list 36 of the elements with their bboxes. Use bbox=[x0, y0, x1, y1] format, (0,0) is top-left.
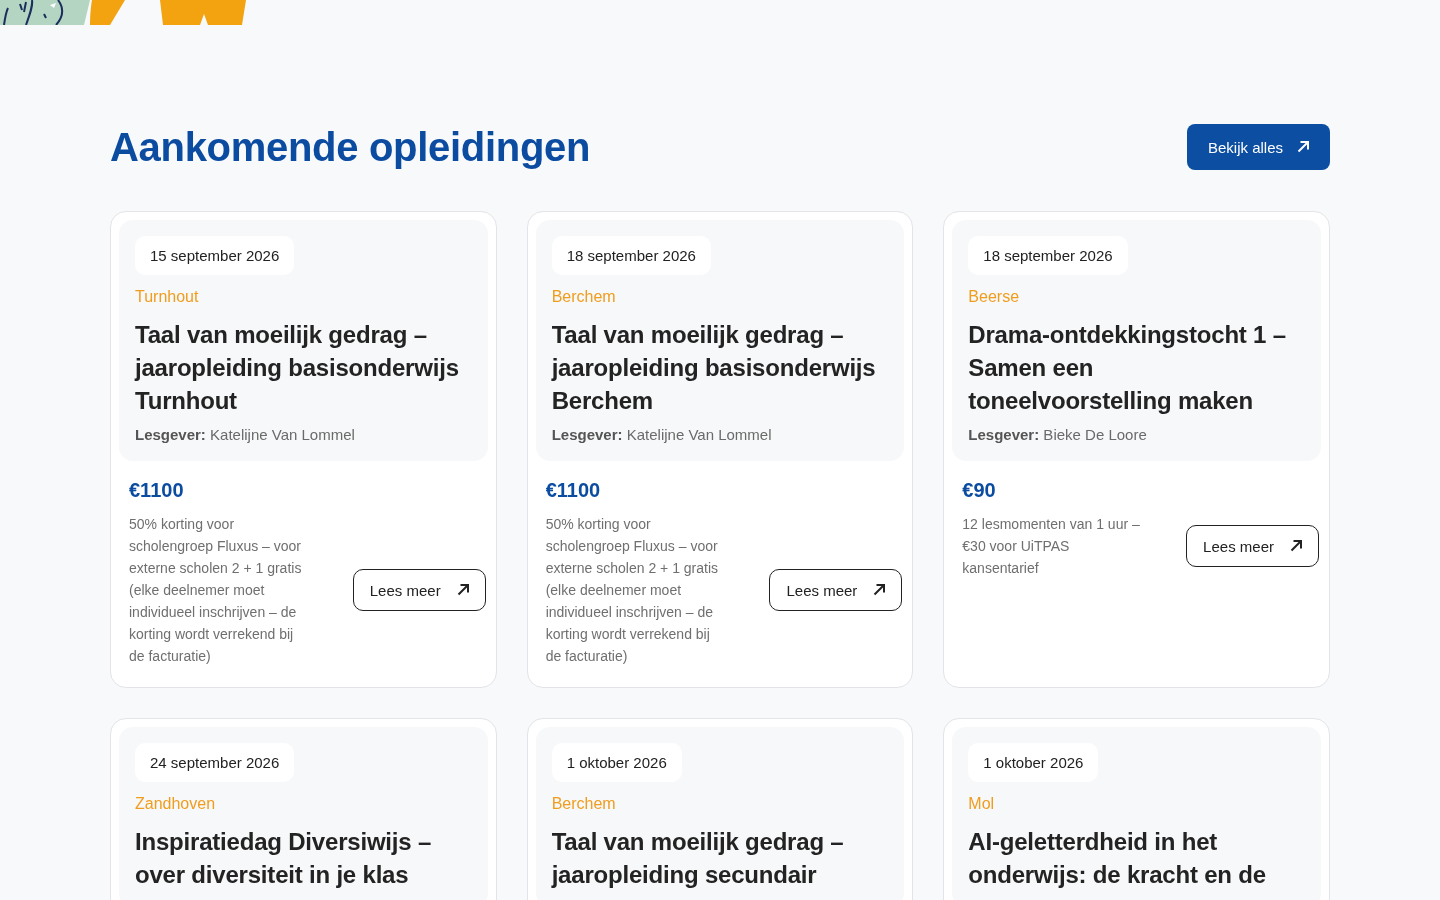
view-all-button[interactable]: Bekijk alles bbox=[1186, 124, 1330, 170]
price-label: €90 bbox=[962, 478, 997, 502]
arrow-icon bbox=[456, 584, 469, 596]
arrow-icon bbox=[873, 584, 886, 596]
date-tag: 15 september 2026 bbox=[135, 236, 295, 275]
price-note: 50% korting voor scholengroep Fluxus – voor externe scholen 2 + 1 gratis (elke deelnemer moet individueel inschrijven – de korting wordt verrekend bij de facturatie) bbox=[545, 515, 720, 666]
course-title: Taal van moeilijk gedrag – jaaropleiding basisonderwijs Turnhout bbox=[135, 320, 460, 416]
location-label: Zandhoven bbox=[135, 794, 216, 814]
teacher-line: Lesgever: Katelijne Van Lommel bbox=[551, 425, 772, 445]
price-label: €1100 bbox=[545, 478, 602, 502]
read-more-button[interactable]: Lees meer bbox=[1186, 525, 1319, 567]
section-heading: Aankomende opleidingen bbox=[110, 124, 591, 170]
read-more-button[interactable]: Lees meer bbox=[352, 569, 486, 611]
location-label: Berchem bbox=[551, 287, 616, 307]
course-title: Taal van moeilijk gedrag – jaaropleiding basisonderwijs Berchem bbox=[551, 320, 877, 416]
arrow-icon bbox=[1297, 141, 1309, 153]
price-label: €1100 bbox=[129, 478, 185, 502]
date-tag: 18 september 2026 bbox=[551, 236, 711, 275]
course-title: Taal van moeilijk gedrag – jaaropleiding secundair bbox=[551, 827, 845, 890]
arrow-icon bbox=[1290, 540, 1302, 552]
price-note: 50% korting voor scholengroep Fluxus – voor externe scholen 2 + 1 gratis (elke deelnemer moet individueel inschrijven – de korting wordt verrekend bij de facturatie) bbox=[129, 515, 303, 666]
date-tag: 1 oktober 2026 bbox=[551, 743, 682, 782]
price-note: 12 lesmomenten van 1 uur – €30 voor UiTPAS kansentarief bbox=[962, 515, 1141, 578]
location-label: Mol bbox=[968, 794, 995, 814]
teacher-line: Lesgever: Bieke De Loore bbox=[968, 425, 1147, 445]
course-title: Drama-ontdekkingstocht 1 – Samen een toneelvoorstelling maken bbox=[968, 320, 1287, 416]
read-more-button[interactable]: Lees meer bbox=[769, 569, 903, 611]
location-label: Turnhout bbox=[135, 287, 199, 307]
date-tag: 24 september 2026 bbox=[135, 743, 295, 782]
teacher-line: Lesgever: Katelijne Van Lommel bbox=[135, 425, 355, 445]
location-label: Beerse bbox=[968, 287, 1020, 307]
location-label: Berchem bbox=[551, 794, 616, 814]
course-title: Inspiratiedag Diversiwijs – over diversiteit in je klas bbox=[135, 827, 433, 890]
date-tag: 18 september 2026 bbox=[968, 236, 1128, 275]
date-tag: 1 oktober 2026 bbox=[968, 743, 1099, 782]
course-title: AI-geletterdheid in het onderwijs: de kracht en de bbox=[968, 827, 1267, 890]
